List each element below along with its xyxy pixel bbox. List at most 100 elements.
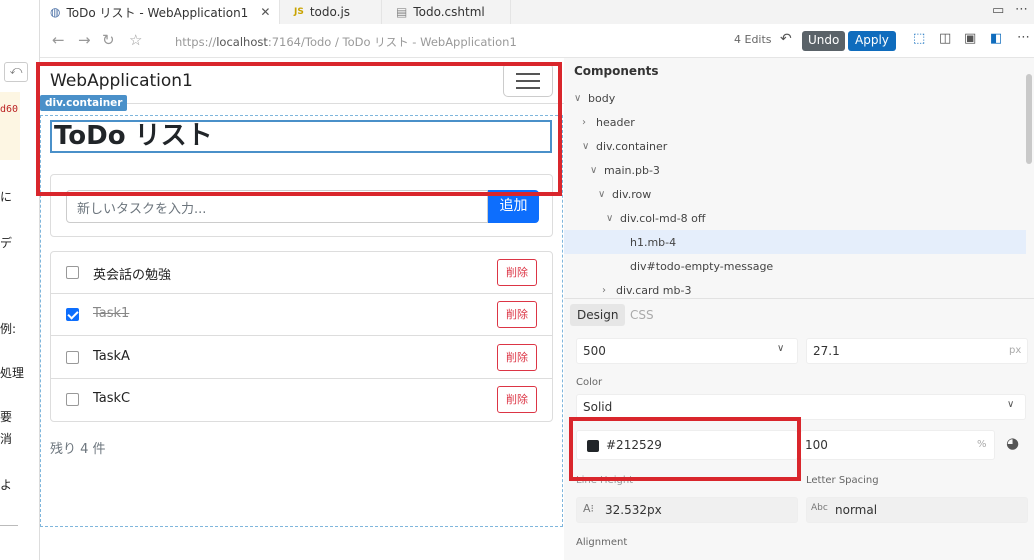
layout-icon[interactable]: ▭: [992, 3, 1004, 18]
tree-node[interactable]: › header: [564, 110, 1026, 134]
apply-button[interactable]: Apply: [848, 31, 896, 51]
tab-label: ToDo リスト - WebApplication1: [66, 5, 249, 20]
select-element-icon[interactable]: ⬚: [913, 31, 925, 46]
letter-spacing-field[interactable]: Abc normal: [806, 497, 1028, 523]
text-fragment: 例:: [0, 322, 17, 336]
task-checkbox[interactable]: [66, 308, 79, 321]
palette-icon[interactable]: ◕: [1006, 434, 1019, 452]
tree-label: header: [596, 115, 635, 129]
chevron-icon: ∨: [590, 164, 598, 176]
highlight-box: [569, 417, 801, 481]
tree-label: h1.mb-4: [630, 235, 677, 249]
tree-node[interactable]: ∨ main.pb-3: [564, 158, 1026, 182]
chevron-icon: ∨: [582, 140, 590, 152]
tab-design[interactable]: Design: [570, 304, 626, 326]
tab-todo-page[interactable]: ◍ ToDo リスト - WebApplication1 ✕: [40, 0, 280, 24]
list-item: 英会話の勉強 削除: [51, 252, 552, 294]
letter-spacing-label: Letter Spacing: [806, 475, 879, 486]
remaining-count: 残り 4 件: [50, 442, 106, 457]
chevron-down-icon: ∨: [777, 343, 785, 354]
url-field[interactable]: https://localhost:7164/Todo / ToDo リスト -…: [175, 34, 517, 50]
divider: [564, 298, 1034, 299]
font-size-field[interactable]: 27.1 px: [806, 338, 1028, 364]
chevron-icon: ›: [602, 284, 606, 296]
forward-icon[interactable]: →: [78, 31, 91, 49]
screenshot-icon[interactable]: ◫: [939, 31, 951, 46]
tree-label: div.container: [596, 139, 668, 153]
address-bar: ← → ↻ ☆ https://localhost:7164/Todo / To…: [40, 24, 1034, 58]
more-icon[interactable]: ⋯: [1017, 30, 1030, 45]
close-icon[interactable]: ✕: [260, 5, 270, 19]
undo-button[interactable]: Undo: [802, 31, 846, 51]
components-panel: Components ∨ body › header ∨ div.container …: [564, 58, 1034, 560]
tree-node-selected[interactable]: h1.mb-4: [564, 230, 1026, 254]
letter-spacing-value: normal: [835, 503, 878, 517]
delete-button[interactable]: 削除: [497, 259, 537, 286]
panel-title: Components: [574, 64, 659, 78]
line-height-field[interactable]: A⁝ 32.532px: [576, 497, 798, 523]
tab-css[interactable]: CSS: [630, 308, 654, 322]
list-item: Task1 削除: [51, 294, 552, 336]
tree-node[interactable]: div#todo-empty-message: [564, 254, 1026, 278]
opacity-value: 100: [805, 438, 828, 452]
bookmark-icon[interactable]: ☆: [129, 31, 142, 49]
alignment-label: Alignment: [576, 537, 628, 548]
tab-bar: ◍ ToDo リスト - WebApplication1 ✕ JS todo.j…: [40, 0, 1034, 24]
color-label: Color: [576, 377, 603, 388]
task-text: TaskC: [93, 391, 131, 406]
back-icon[interactable]: ←: [52, 31, 65, 49]
tree-label: main.pb-3: [604, 163, 660, 177]
globe-icon: ◍: [50, 5, 61, 19]
chevron-icon: ∨: [606, 212, 614, 224]
code-fragment: d60(: [0, 92, 20, 160]
tab-todo-js[interactable]: JS todo.js: [284, 0, 382, 24]
delete-button[interactable]: 削除: [497, 301, 537, 328]
text-fragment: デ: [0, 236, 13, 250]
tree-node[interactable]: ∨ div.row: [564, 182, 1026, 206]
tab-label: Todo.cshtml: [413, 5, 485, 19]
tree-label: div#todo-empty-message: [630, 259, 774, 273]
tree-label: div.col-md-8 off: [620, 211, 706, 225]
font-weight-select[interactable]: 500 ∨: [576, 338, 798, 364]
font-size-unit: px: [1009, 345, 1022, 356]
list-item: TaskC 削除: [51, 379, 552, 421]
delete-button[interactable]: 削除: [497, 386, 537, 413]
tree-node[interactable]: ∨ body: [564, 86, 1026, 110]
more-icon[interactable]: ⋯: [1015, 2, 1028, 17]
file-icon: ▤: [396, 5, 408, 19]
task-checkbox[interactable]: [66, 393, 79, 406]
text-fragment: 処理: [0, 366, 25, 380]
revert-icon[interactable]: ↶: [780, 31, 792, 47]
color-mode-value: Solid: [583, 400, 613, 414]
tab-todo-cshtml[interactable]: ▤ Todo.cshtml: [386, 0, 511, 24]
tree-node[interactable]: ∨ div.col-md-8 off: [564, 206, 1026, 230]
opacity-field[interactable]: 100 %: [800, 430, 995, 460]
chevron-icon: ›: [582, 116, 586, 128]
tree-node[interactable]: ∨ div.container: [564, 134, 1026, 158]
tree-label: body: [588, 91, 616, 105]
task-list: 英会話の勉強 削除 Task1 削除 TaskA 削除 TaskC 削除: [50, 251, 553, 422]
chevron-icon: ∨: [574, 92, 582, 104]
text-fragment: 消: [0, 432, 13, 446]
task-text: 英会話の勉強: [93, 268, 172, 283]
font-size-value: 27.1: [813, 344, 840, 358]
text-fragment: に: [0, 190, 13, 204]
edits-count: 4 Edits: [734, 33, 772, 46]
text-fragment: よ: [0, 478, 13, 492]
scrollbar[interactable]: [1026, 74, 1032, 164]
delete-button[interactable]: 削除: [497, 344, 537, 371]
line-height-value: 32.532px: [605, 503, 662, 517]
task-text: TaskA: [93, 349, 130, 364]
terminal-icon[interactable]: ▣: [964, 31, 976, 46]
font-weight-value: 500: [583, 344, 606, 358]
left-editor-strip: ⤺ d60( に デ 例: 処理 要 消 よ: [0, 0, 40, 560]
divider: [0, 525, 18, 526]
chevron-icon: ∨: [598, 188, 606, 200]
task-checkbox[interactable]: [66, 266, 79, 279]
task-checkbox[interactable]: [66, 351, 79, 364]
refresh-icon[interactable]: ↻: [102, 31, 115, 49]
undo-icon[interactable]: ⤺: [4, 62, 28, 82]
sidebar-icon[interactable]: ◧: [990, 31, 1002, 46]
task-text: Task1: [93, 306, 130, 321]
list-item: TaskA 削除: [51, 337, 552, 379]
